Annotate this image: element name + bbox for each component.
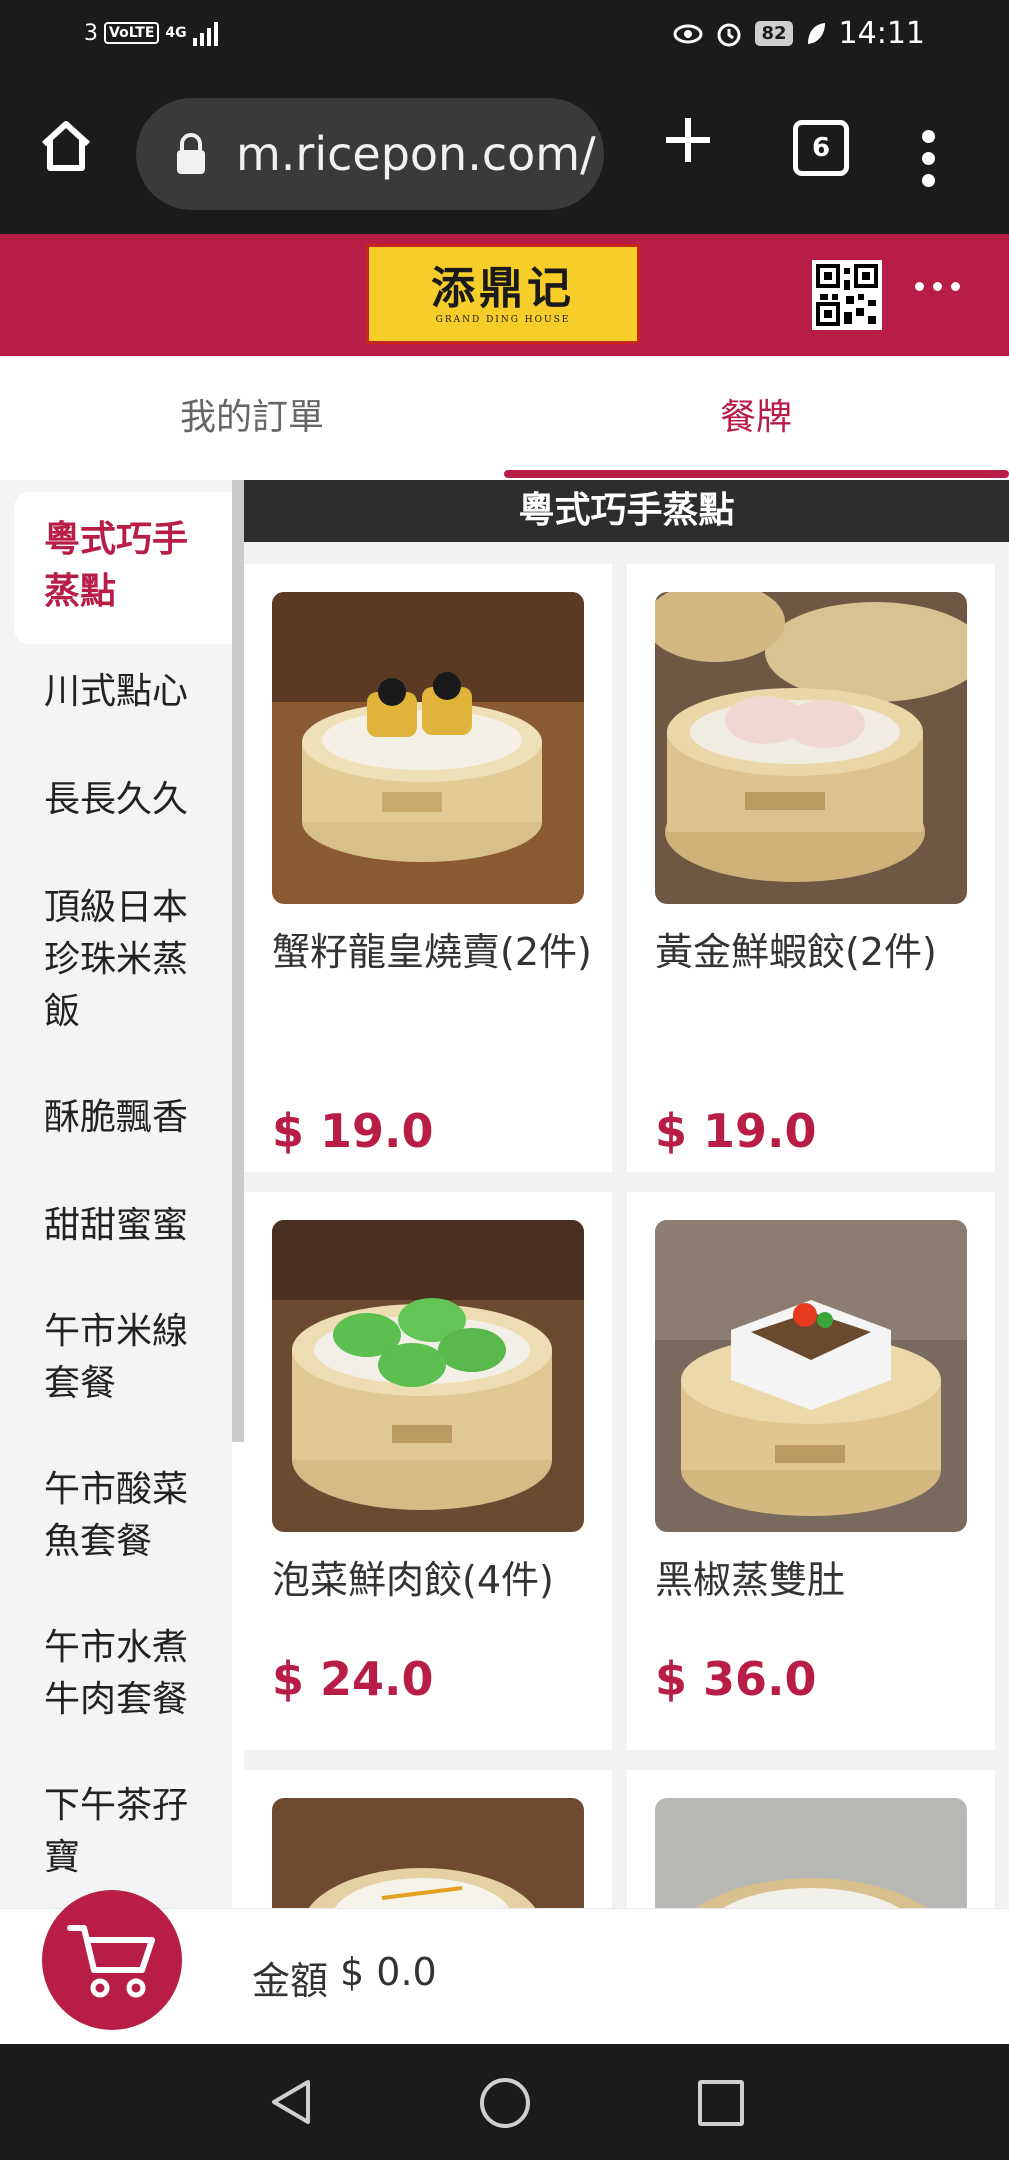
status-right: 82 14:11 [673,16,925,51]
category-item-lunch-boiled-beef[interactable]: 午市水煮牛肉套餐 [14,1622,232,1726]
cart-button[interactable] [42,1890,182,2030]
total-value: $ 0.0 [340,1950,437,1994]
menu-item-card[interactable]: 黑椒蒸雙肚 $ 36.0 [627,1192,995,1750]
restaurant-logo[interactable]: 添鼎记 GRAND DING HOUSE [366,244,640,344]
menu-content: 粵式巧手蒸點 蟹籽龍皇燒賣(2件) $ 19.0 黃金鮮蝦餃(2件) $ 19.… [244,480,1009,1908]
dish-photo-pepper-tripe [655,1220,967,1532]
dish-photo-kimchi-dumpling [272,1220,584,1532]
status-bar: 3 VoLTE 4G 82 14:11 [0,0,1009,78]
item-price: $ 36.0 [655,1652,817,1706]
browser-toolbar: m.ricepon.com/ 6 [0,78,1009,234]
category-item-lunch-rice-noodle[interactable]: 午市米線套餐 [14,1306,232,1410]
volte-badge: VoLTE [104,22,160,44]
more-options-icon[interactable] [915,282,960,291]
item-name: 蟹籽龍皇燒賣(2件) [272,930,592,974]
shopping-cart-icon [67,1925,155,1998]
sidebar-scrollbar[interactable] [232,480,244,1442]
new-tab-icon[interactable] [660,112,716,168]
category-item-lunch-pickled-fish[interactable]: 午市酸菜魚套餐 [14,1464,232,1568]
lock-icon [177,133,205,174]
category-item-long-lasting[interactable]: 長長久久 [14,774,232,826]
browser-menu-icon[interactable] [918,130,938,190]
category-item-pearl-rice[interactable]: 頂級日本珍珠米蒸飯 [14,882,232,1038]
item-name: 泡菜鮮肉餃(4件) [272,1558,554,1602]
system-nav-bar [0,2044,1009,2160]
item-name: 黃金鮮蝦餃(2件) [655,930,937,974]
dish-photo-siu-mai [272,592,584,904]
dish-photo-partial [272,1798,584,1908]
logo-subtitle: GRAND DING HOUSE [435,315,571,325]
item-name: 黑椒蒸雙肚 [655,1558,846,1602]
home-icon[interactable] [36,116,96,176]
category-item-sichuan-dim-sum[interactable]: 川式點心 [14,666,232,718]
alarm-icon [717,23,741,46]
back-icon[interactable] [268,2078,312,2126]
category-item-desserts[interactable]: 甜甜蜜蜜 [14,1200,232,1252]
home-circle-icon[interactable] [480,2078,530,2128]
item-price: $ 19.0 [272,1104,434,1158]
tab-menu[interactable]: 餐牌 [504,356,1008,480]
total-label: 金額 [252,1959,329,2003]
menu-item-card[interactable]: 黃金鮮蝦餃(2件) $ 19.0 [627,564,995,1172]
cart-total: 金額 $ 0.0 [252,1950,437,2005]
carrier-label: 3 [84,20,98,46]
menu-item-card[interactable] [244,1770,612,1908]
site-header: 添鼎记 GRAND DING HOUSE [0,234,1009,356]
logo-title: 添鼎记 [431,263,575,314]
menu-item-card[interactable] [627,1770,995,1908]
url-text: m.ricepon.com/ [236,127,596,181]
tab-my-orders[interactable]: 我的訂單 [0,356,504,480]
leaf-icon [807,22,825,44]
qr-code-icon[interactable] [812,260,882,330]
clock: 14:11 [838,16,925,51]
menu-item-card[interactable]: 泡菜鮮肉餃(4件) $ 24.0 [244,1192,612,1750]
category-item-afternoon-tea[interactable]: 下午茶孖寶 [14,1780,232,1884]
address-bar[interactable]: m.ricepon.com/ [136,98,604,210]
section-title: 粵式巧手蒸點 [244,480,1009,542]
category-item-crispy[interactable]: 酥脆飄香 [14,1092,232,1144]
active-tab-indicator [504,470,1009,478]
battery-level: 82 [755,21,793,46]
category-sidebar[interactable]: 粵式巧手蒸點 川式點心 長長久久 頂級日本珍珠米蒸飯 酥脆飄香 甜甜蜜蜜 午市米… [0,480,232,1908]
item-price: $ 19.0 [655,1104,817,1158]
dish-photo-shrimp-dumpling [655,592,967,904]
network-label: 4G [165,25,187,41]
status-left: 3 VoLTE 4G [84,20,218,46]
recent-apps-icon[interactable] [698,2080,744,2126]
category-item-cantonese-dim-sum[interactable]: 粵式巧手蒸點 [14,492,232,644]
item-price: $ 24.0 [272,1652,434,1706]
eye-comfort-icon [673,24,703,43]
tab-switcher-button[interactable]: 6 [793,120,849,176]
menu-item-card[interactable]: 蟹籽龍皇燒賣(2件) $ 19.0 [244,564,612,1172]
dish-photo-partial [655,1798,967,1908]
signal-icon [192,20,218,46]
tab-bar: 我的訂單 餐牌 [0,356,1009,480]
